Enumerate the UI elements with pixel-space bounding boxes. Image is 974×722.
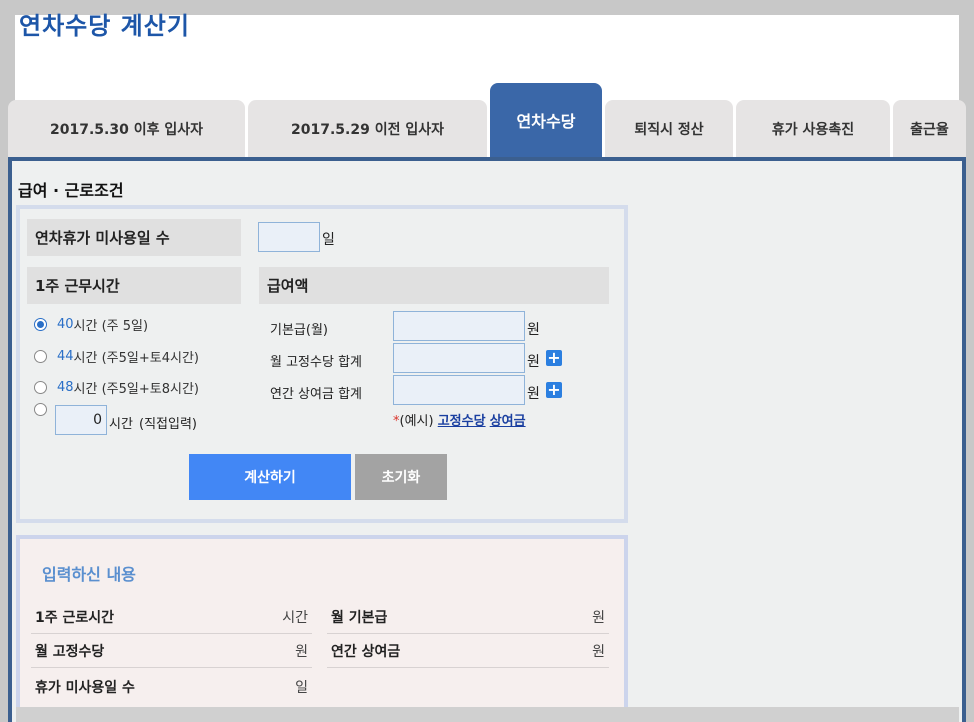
fixed-allowance-input[interactable] [393, 343, 525, 373]
horizontal-scrollbar[interactable] [16, 707, 959, 722]
result-label: 연간 상여금 [331, 643, 401, 660]
base-pay-unit: 원 [527, 322, 540, 338]
custom-hours-input[interactable]: 0 [55, 405, 107, 435]
unused-days-label: 연차휴가 미사용일 수 [27, 219, 241, 256]
work-hours-header: 1주 근무시간 [27, 267, 241, 304]
result-row-bonus: 연간 상여금 원 [327, 634, 609, 668]
bonus-label: 연간 상여금 합계 [270, 387, 362, 402]
bonus-input[interactable] [393, 375, 525, 405]
salary-header: 급여액 [259, 267, 609, 304]
radio-icon[interactable] [34, 350, 47, 363]
main-panel: 급여 · 근로조건 연차휴가 미사용일 수 일 1주 근무시간 급여액 40 시… [8, 157, 966, 722]
plus-icon[interactable]: + [546, 382, 562, 398]
result-label: 휴가 미사용일 수 [35, 680, 135, 696]
result-unit: 일 [295, 680, 308, 696]
unused-days-unit: 일 [322, 232, 335, 248]
radio-checked-icon[interactable] [34, 318, 47, 331]
result-row-weekly-hours: 1주 근로시간 시간 [31, 600, 312, 634]
reset-button[interactable]: 초기화 [355, 454, 447, 500]
bonus-unit: 원 [527, 386, 540, 402]
base-pay-label: 기본급(월) [270, 323, 328, 338]
hours-value: 48 [57, 380, 74, 395]
example-note: *(예시) 고정수당 상여금 [393, 410, 526, 429]
hours-value: 40 [57, 317, 74, 332]
unused-days-input[interactable] [258, 222, 320, 252]
radio-icon[interactable] [34, 381, 47, 394]
result-row-fixed-allowance: 월 고정수당 원 [31, 634, 312, 668]
hours-desc: 시간 (주 5일) [73, 319, 149, 334]
bonus-example-link[interactable]: 상여금 [490, 414, 526, 429]
result-row-base-pay: 월 기본급 원 [327, 600, 609, 634]
tab-retirement-settlement[interactable]: 퇴직시 정산 [605, 100, 733, 157]
fixed-allowance-label: 월 고정수당 합계 [270, 355, 362, 370]
hours-option-40[interactable]: 40 시간 (주 5일) [34, 315, 148, 334]
result-unit: 원 [592, 609, 605, 626]
calculate-button[interactable]: 계산하기 [189, 454, 351, 500]
fixed-allowance-unit: 원 [527, 354, 540, 370]
fixed-allowance-example-link[interactable]: 고정수당 [438, 414, 486, 429]
custom-hours-unit: 시간 [109, 417, 133, 432]
hours-desc: 시간 (주5일+토8시간) [73, 382, 199, 397]
hours-option-48[interactable]: 48 시간 (주5일+토8시간) [34, 378, 199, 397]
custom-hours-note: (직접입력) [139, 417, 197, 432]
result-row-unused-days: 휴가 미사용일 수 일 [31, 670, 312, 704]
tab-attendance-rate[interactable]: 출근율 [893, 100, 966, 157]
result-unit: 시간 [282, 609, 308, 626]
result-title: 입력하신 내용 [42, 565, 136, 584]
input-form: 연차휴가 미사용일 수 일 1주 근무시간 급여액 40 시간 (주 5일) 4… [16, 205, 628, 523]
result-label: 월 고정수당 [35, 643, 105, 660]
hours-option-custom[interactable] [34, 403, 57, 416]
tab-bar: 2017.5.30 이후 입사자 2017.5.29 이전 입사자 연차수당 퇴… [0, 0, 974, 160]
result-label: 1주 근로시간 [35, 609, 115, 626]
base-pay-input[interactable] [393, 311, 525, 341]
hours-value: 44 [57, 349, 74, 364]
result-summary: 입력하신 내용 1주 근로시간 시간 월 기본급 원 월 고정수당 원 연간 상… [16, 535, 628, 722]
section-title: 급여 · 근로조건 [18, 181, 124, 200]
radio-icon[interactable] [34, 403, 47, 416]
plus-icon[interactable]: + [546, 350, 562, 366]
tab-annual-leave-allowance[interactable]: 연차수당 [490, 83, 602, 157]
tab-before-2017-5-29[interactable]: 2017.5.29 이전 입사자 [248, 100, 487, 157]
example-prefix: (예시) [399, 414, 434, 429]
hours-option-44[interactable]: 44 시간 (주5일+토4시간) [34, 347, 199, 366]
tab-after-2017-5-30[interactable]: 2017.5.30 이후 입사자 [8, 100, 245, 157]
result-unit: 원 [592, 643, 605, 660]
result-unit: 원 [295, 643, 308, 660]
result-label: 월 기본급 [331, 609, 388, 626]
tab-leave-promotion[interactable]: 휴가 사용촉진 [736, 100, 890, 157]
hours-desc: 시간 (주5일+토4시간) [73, 351, 199, 366]
